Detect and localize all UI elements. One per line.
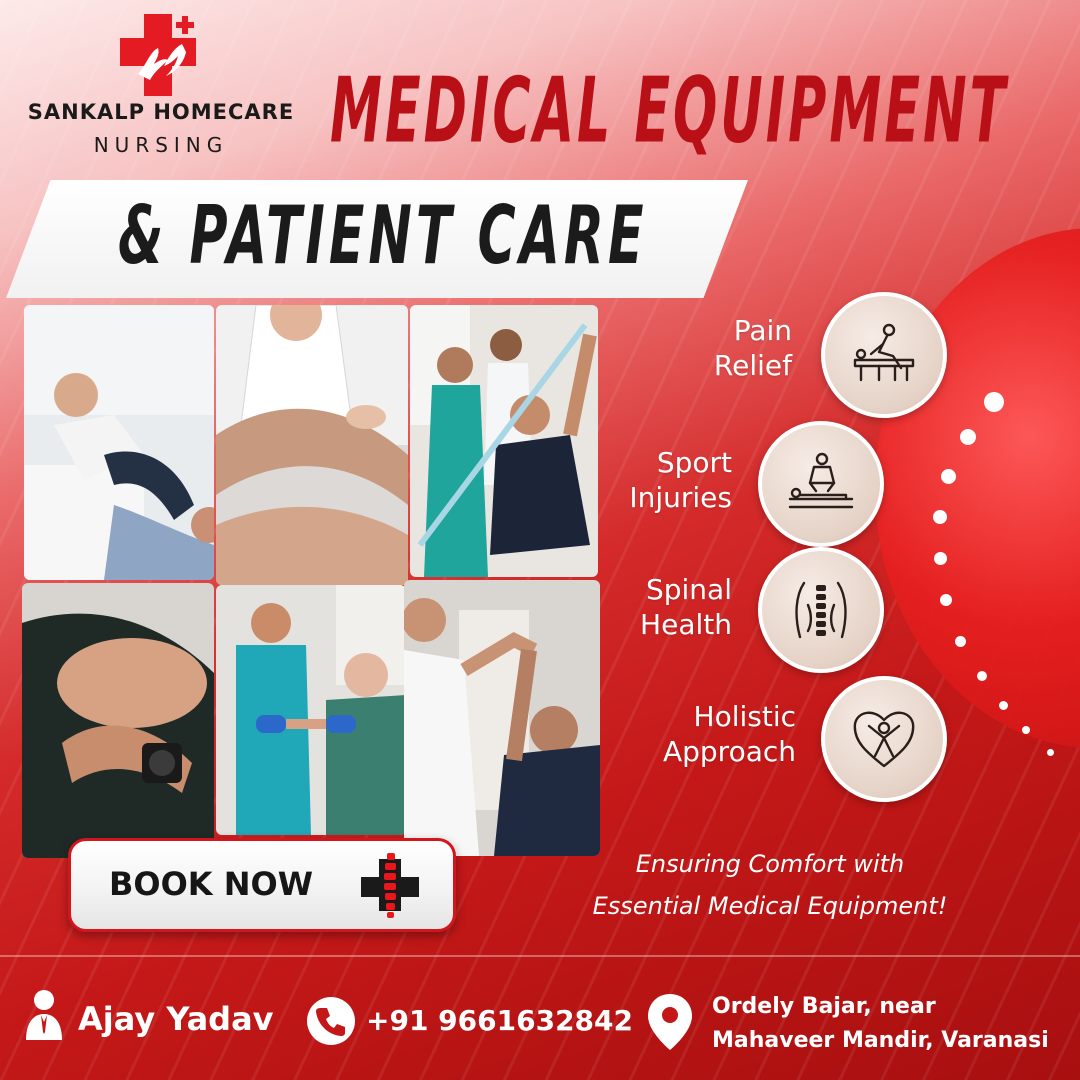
service-sport-injuries <box>758 421 884 547</box>
service-spinal-health <box>758 547 884 673</box>
contact-name: Ajay Yadav <box>78 1000 274 1038</box>
decorative-dot <box>977 671 987 681</box>
decorative-dot <box>933 551 947 565</box>
massage-table-icon <box>853 323 915 382</box>
poster: SANKALP HOMECARE NURSING MEDICAL EQUIPME… <box>0 0 1080 1080</box>
contact-phone[interactable]: +91 9661632842 <box>366 1004 633 1037</box>
service-label-pain-relief: Pain Relief <box>713 314 792 382</box>
decorative-dot <box>1046 748 1054 756</box>
spine-icon <box>795 581 847 639</box>
service-pain-relief <box>821 292 947 418</box>
user-icon <box>26 990 62 1040</box>
tagline: Ensuring Comfort with Essential Medical … <box>500 843 1040 927</box>
tagline-line2: Essential Medical Equipment! <box>592 892 948 920</box>
photo-shoulder-massage <box>22 583 214 858</box>
address-line1: Ordely Bajar, near <box>712 994 936 1019</box>
page-subtitle: & PATIENT CARE <box>118 190 648 283</box>
page-title: MEDICAL EQUIPMENT <box>330 58 1009 164</box>
medical-cross-hands-icon <box>120 14 196 96</box>
brand-name: SANKALP HOMECARE <box>27 100 295 124</box>
photo-band-exercise <box>410 305 598 577</box>
decorative-dot <box>1022 726 1030 734</box>
photo-leg-stretch <box>24 305 214 580</box>
spine-cross-icon <box>361 853 419 918</box>
photo-dumbbell-exercise <box>216 585 406 835</box>
service-label-sport-injuries: Sport Injuries <box>629 446 732 514</box>
book-now-label: BOOK NOW <box>109 865 314 903</box>
address-line2: Mahaveer Mandir, Varanasi <box>712 1028 1049 1053</box>
tagline-line1: Ensuring Comfort with <box>635 850 905 878</box>
footer-divider <box>0 955 1080 957</box>
book-now-button[interactable]: BOOK NOW <box>68 838 456 932</box>
decorative-dot <box>960 429 976 445</box>
back-massage-icon <box>788 452 854 509</box>
brand-subname: NURSING <box>93 133 229 157</box>
decorative-dot <box>984 392 1004 412</box>
decorative-dot <box>940 594 952 606</box>
service-label-holistic-approach: Holistic Approach <box>662 700 796 768</box>
service-label-spinal-health: Spinal Health <box>640 573 732 641</box>
service-holistic-approach <box>821 676 947 802</box>
decorative-dot <box>933 510 947 524</box>
contact-address: Ordely Bajar, near Mahaveer Mandir, Vara… <box>712 990 1049 1058</box>
phone-icon[interactable] <box>306 996 356 1046</box>
decorative-dot <box>998 700 1008 710</box>
decorative-dot <box>940 468 956 484</box>
location-pin-icon <box>648 994 692 1050</box>
heart-figure-icon <box>853 711 915 768</box>
decorative-dot <box>954 635 966 647</box>
photo-knee-exam <box>216 305 408 585</box>
